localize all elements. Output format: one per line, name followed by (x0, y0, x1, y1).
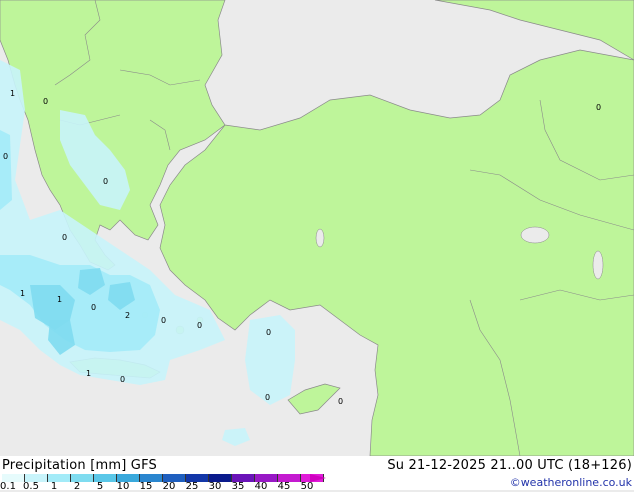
legend-tick-label: 25 (185, 481, 199, 492)
lake (592, 250, 604, 280)
legend-tick-label: 15 (139, 481, 153, 492)
precipitation-map: 1 0 0 0 0 1 1 0 2 0 0 0 1 0 0 0 0 (0, 0, 634, 456)
value-label: 1 (20, 289, 25, 298)
value-label: 0 (43, 97, 48, 106)
lake (315, 228, 325, 248)
legend-tick-label: 50 (300, 481, 314, 492)
value-label: 0 (62, 233, 67, 242)
lake-van (520, 226, 550, 244)
legend-tick-label: 0.1 (0, 481, 16, 492)
value-label: 0 (596, 103, 601, 112)
valid-time: Su 21-12-2025 21..00 UTC (18+126) (387, 458, 632, 473)
credit-link[interactable]: ©weatheronline.co.uk (510, 476, 632, 489)
value-label: 0 (265, 393, 270, 402)
value-label: 0 (161, 316, 166, 325)
value-label: 0 (338, 397, 343, 406)
legend-ticks: 0.1 0.5 1 2 5 10 15 20 25 30 35 40 45 50 (0, 482, 330, 492)
value-label: 1 (57, 295, 62, 304)
map-footer: Precipitation [mm] GFS Su 21-12-2025 21.… (0, 456, 634, 492)
legend-tick-label: 20 (162, 481, 176, 492)
value-label: 0 (103, 177, 108, 186)
value-label: 0 (3, 152, 8, 161)
legend-tick-label: 2 (73, 481, 81, 492)
value-label: 0 (266, 328, 271, 337)
value-label: 0 (197, 321, 202, 330)
legend-tick-label: 0.5 (23, 481, 39, 492)
legend-tick-label: 10 (116, 481, 130, 492)
legend-tick-label: 45 (277, 481, 291, 492)
value-label: 1 (86, 369, 91, 378)
value-label: 0 (91, 303, 96, 312)
legend-tick-label: 5 (96, 481, 104, 492)
legend-tick-label: 35 (231, 481, 245, 492)
map-title: Precipitation [mm] GFS (2, 458, 157, 473)
value-label: 0 (120, 375, 125, 384)
legend-tick-label: 1 (50, 481, 58, 492)
value-label: 1 (10, 89, 15, 98)
legend-tick-label: 40 (254, 481, 268, 492)
legend-tick-label: 30 (208, 481, 222, 492)
value-label: 2 (125, 311, 130, 320)
